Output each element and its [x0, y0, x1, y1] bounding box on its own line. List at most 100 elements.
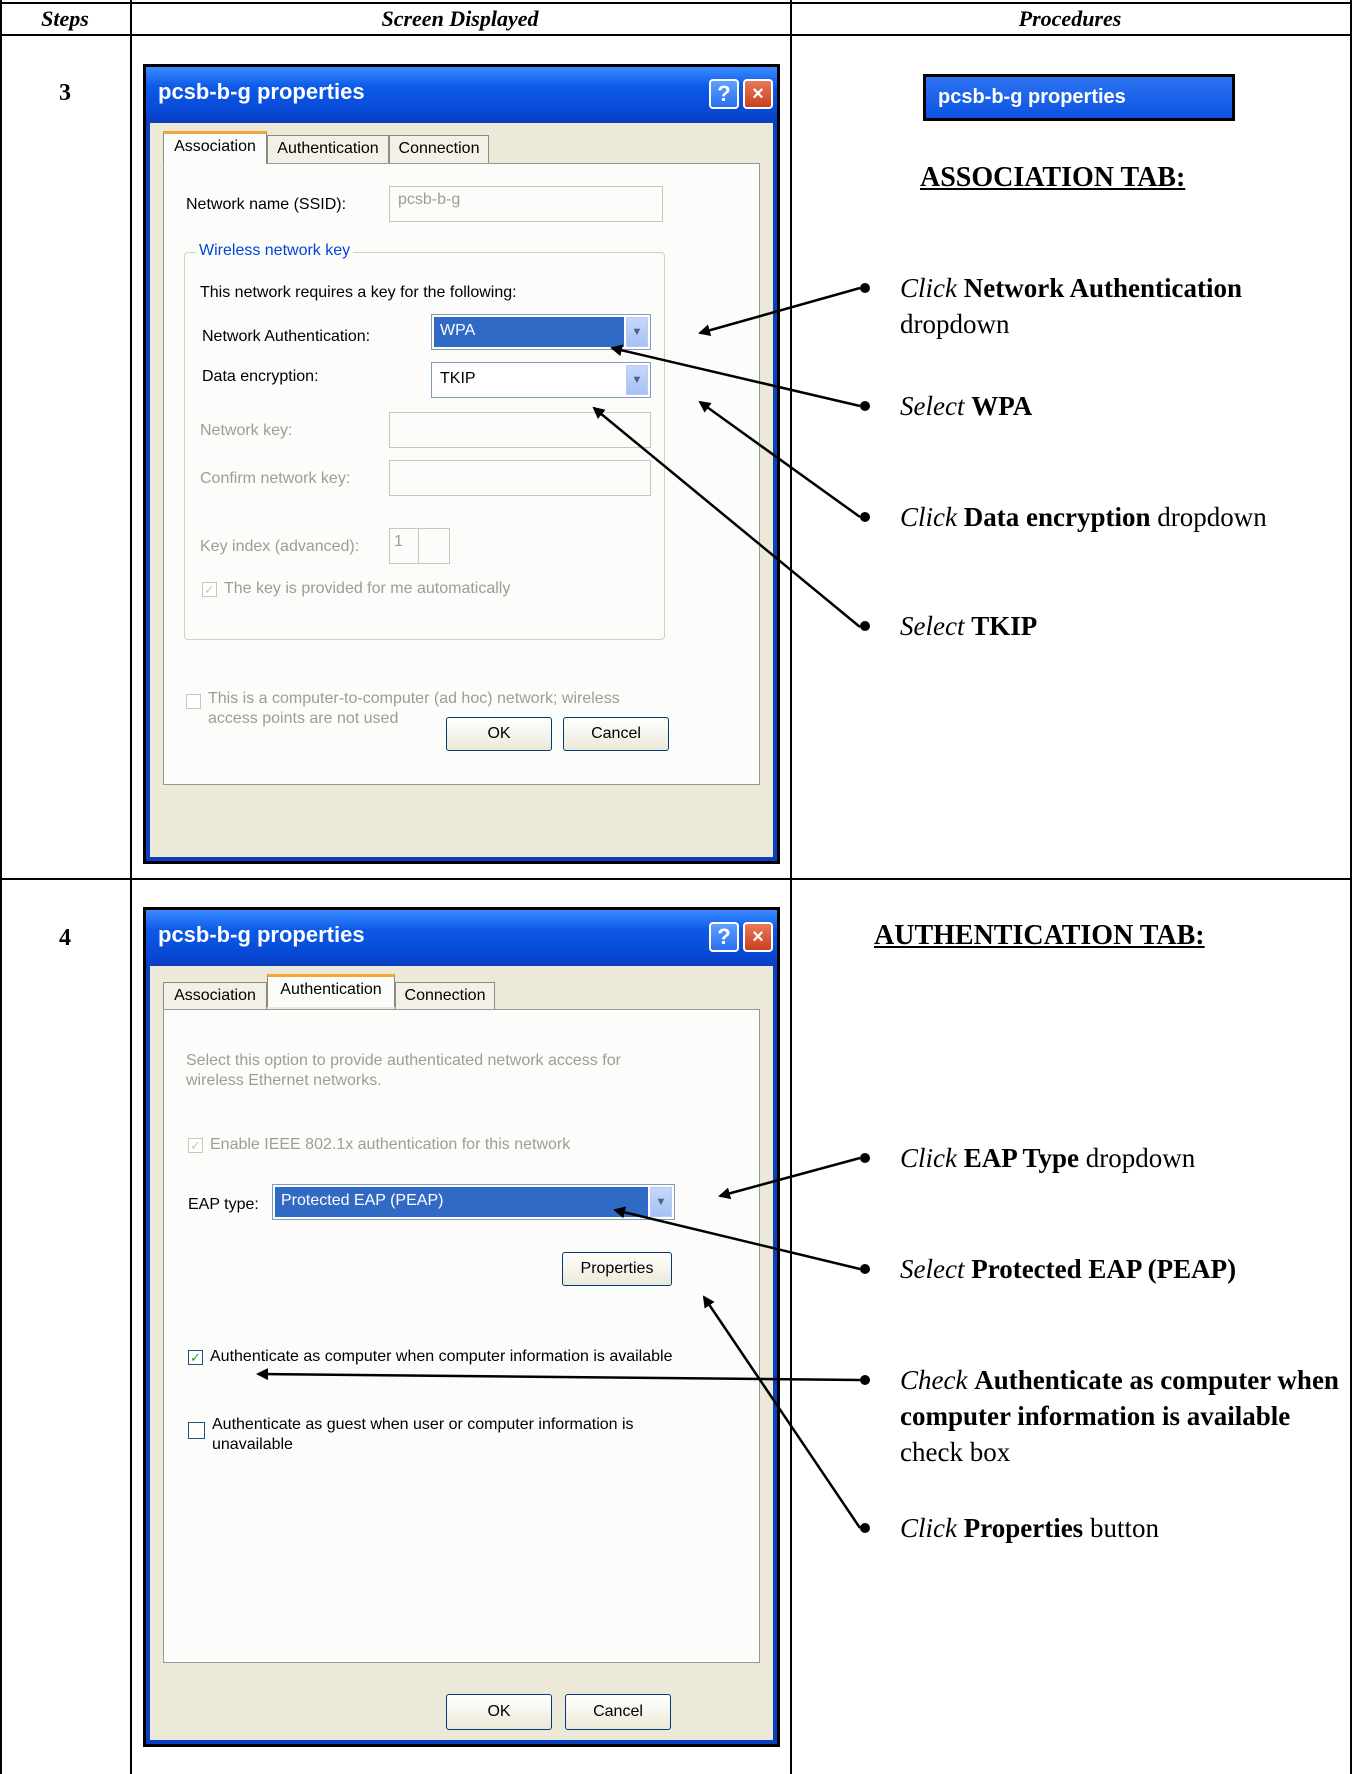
dialog-title: pcsb-b-g properties — [158, 79, 365, 104]
procedure-verb: Click — [900, 502, 957, 532]
enable-8021x-label: Enable IEEE 802.1x authentication for th… — [210, 1136, 571, 1153]
step-number-3: 3 — [59, 80, 71, 106]
dialog-titlebar[interactable]: pcsb-b-g properties ? × — [146, 67, 777, 123]
table-border-left — [0, 0, 2, 1774]
requires-key-text: This network requires a key for the foll… — [200, 284, 517, 301]
procedure-item: Click EAP Type dropdown — [860, 1140, 1345, 1176]
tab-association[interactable]: Association — [163, 982, 267, 1010]
authentication-panel: Select this option to provide authentica… — [163, 1009, 760, 1663]
bullet-icon — [860, 1375, 870, 1385]
close-icon[interactable]: × — [743, 79, 773, 109]
network-key-field[interactable] — [389, 412, 651, 448]
network-key-label: Network key: — [200, 422, 293, 439]
header-steps: Steps — [41, 6, 89, 31]
procedure-rest: dropdown — [1150, 502, 1267, 532]
procedure-target: Properties — [963, 1513, 1084, 1543]
header-screen-displayed: Screen Displayed — [381, 6, 539, 31]
procedure-item: Click Data encryption dropdown — [860, 499, 1345, 535]
procedure-verb: Click — [900, 1513, 957, 1543]
procedure-item: Select Protected EAP (PEAP) — [860, 1251, 1345, 1287]
adhoc-label-line1: This is a computer-to-computer (ad hoc) … — [208, 690, 620, 707]
association-tab-heading: ASSOCIATION TAB: — [920, 162, 1186, 193]
auth-description-line1: Select this option to provide authentica… — [186, 1052, 621, 1069]
procedure-verb: Check — [900, 1365, 968, 1395]
bullet-icon — [860, 621, 870, 631]
adhoc-checkbox[interactable] — [186, 694, 201, 709]
association-panel: Network name (SSID): pcsb-b-g Wireless n… — [163, 163, 760, 785]
adhoc-label-line2: access points are not used — [208, 710, 399, 727]
authentication-tab-heading: AUTHENTICATION TAB: — [874, 920, 1205, 951]
eap-type-dropdown[interactable]: Protected EAP (PEAP) ▼ — [272, 1184, 675, 1220]
properties-dialog-association: pcsb-b-g properties ? × Association Auth… — [143, 64, 780, 864]
confirm-key-field[interactable] — [389, 460, 651, 496]
procedure-item: Click Network Authentication dropdown — [860, 270, 1345, 342]
auth-description-line2: wireless Ethernet networks. — [186, 1072, 382, 1089]
procedure-rest: dropdown — [900, 309, 1010, 339]
properties-button[interactable]: Properties — [562, 1252, 672, 1286]
auth-computer-label: Authenticate as computer when computer i… — [210, 1348, 673, 1365]
key-index-stepper[interactable] — [418, 528, 450, 564]
bullet-icon — [860, 1523, 870, 1533]
procedure-target: Data encryption — [963, 502, 1151, 532]
cancel-button[interactable]: Cancel — [565, 1694, 671, 1730]
procedure-item: Click Properties button — [860, 1510, 1345, 1546]
key-index-label: Key index (advanced): — [200, 538, 360, 555]
header-procedures: Procedures — [1018, 6, 1122, 31]
auth-guest-label-line1: Authenticate as guest when user or compu… — [212, 1416, 634, 1433]
auto-key-label: The key is provided for me automatically — [224, 580, 511, 597]
procedure-verb: Select — [900, 391, 965, 421]
procedure-target: EAP Type — [963, 1143, 1080, 1173]
column-divider-1 — [130, 0, 132, 1774]
dialog-title: pcsb-b-g properties — [158, 922, 365, 947]
help-icon[interactable]: ? — [709, 79, 739, 109]
tab-connection[interactable]: Connection — [395, 982, 495, 1010]
close-icon[interactable]: × — [743, 922, 773, 952]
row-divider — [0, 878, 1352, 880]
auth-guest-checkbox[interactable] — [188, 1422, 205, 1439]
data-encryption-dropdown[interactable]: TKIP ▼ — [431, 362, 651, 398]
network-auth-dropdown[interactable]: WPA ▼ — [431, 314, 651, 350]
confirm-key-label: Confirm network key: — [200, 470, 351, 487]
eap-type-value: Protected EAP (PEAP) — [275, 1187, 648, 1217]
tab-association[interactable]: Association — [163, 131, 267, 164]
procedure-verb: Click — [900, 1143, 957, 1173]
procedure-target: Protected EAP (PEAP) — [971, 1254, 1237, 1284]
data-encryption-value: TKIP — [440, 370, 476, 387]
key-index-field[interactable]: 1 — [389, 528, 419, 564]
step-number-4: 4 — [59, 925, 71, 951]
procedure-item: Select TKIP — [860, 608, 1345, 644]
chevron-down-icon[interactable]: ▼ — [626, 317, 648, 347]
procedure-item: Check Authenticate as computer when comp… — [860, 1362, 1345, 1470]
chevron-down-icon[interactable]: ▼ — [626, 365, 648, 395]
network-name-field[interactable]: pcsb-b-g — [389, 186, 663, 222]
column-divider-2 — [790, 0, 792, 1774]
help-icon[interactable]: ? — [709, 922, 739, 952]
bullet-icon — [860, 283, 870, 293]
tab-authentication[interactable]: Authentication — [267, 974, 395, 1007]
header-rule — [0, 34, 1352, 36]
auth-computer-checkbox[interactable]: ✓ — [188, 1350, 203, 1365]
auto-key-checkbox[interactable]: ✓ — [202, 582, 217, 597]
procedure-verb: Click — [900, 273, 957, 303]
procedure-rest: dropdown — [1079, 1143, 1196, 1173]
ok-button[interactable]: OK — [446, 1694, 552, 1730]
network-name-label: Network name (SSID): — [186, 196, 347, 213]
cancel-button[interactable]: Cancel — [563, 717, 669, 751]
ok-button[interactable]: OK — [446, 717, 552, 751]
bullet-icon — [860, 1264, 870, 1274]
properties-dialog-authentication: pcsb-b-g properties ? × Association Auth… — [143, 907, 780, 1747]
tab-connection[interactable]: Connection — [389, 135, 489, 163]
enable-8021x-checkbox[interactable]: ✓ — [188, 1138, 203, 1153]
bullet-icon — [860, 512, 870, 522]
data-encryption-label: Data encryption: — [202, 368, 319, 385]
procedure-verb: Select — [900, 611, 965, 641]
bullet-icon — [860, 401, 870, 411]
dialog-titlebar[interactable]: pcsb-b-g properties ? × — [146, 910, 777, 966]
bullet-icon — [860, 1153, 870, 1163]
procedure-verb: Select — [900, 1254, 965, 1284]
dialog-title-chip: pcsb-b-g properties — [923, 74, 1235, 121]
table-border-right — [1350, 0, 1352, 1774]
network-auth-value: WPA — [434, 317, 624, 347]
tab-authentication[interactable]: Authentication — [267, 135, 389, 163]
chevron-down-icon[interactable]: ▼ — [650, 1187, 672, 1217]
